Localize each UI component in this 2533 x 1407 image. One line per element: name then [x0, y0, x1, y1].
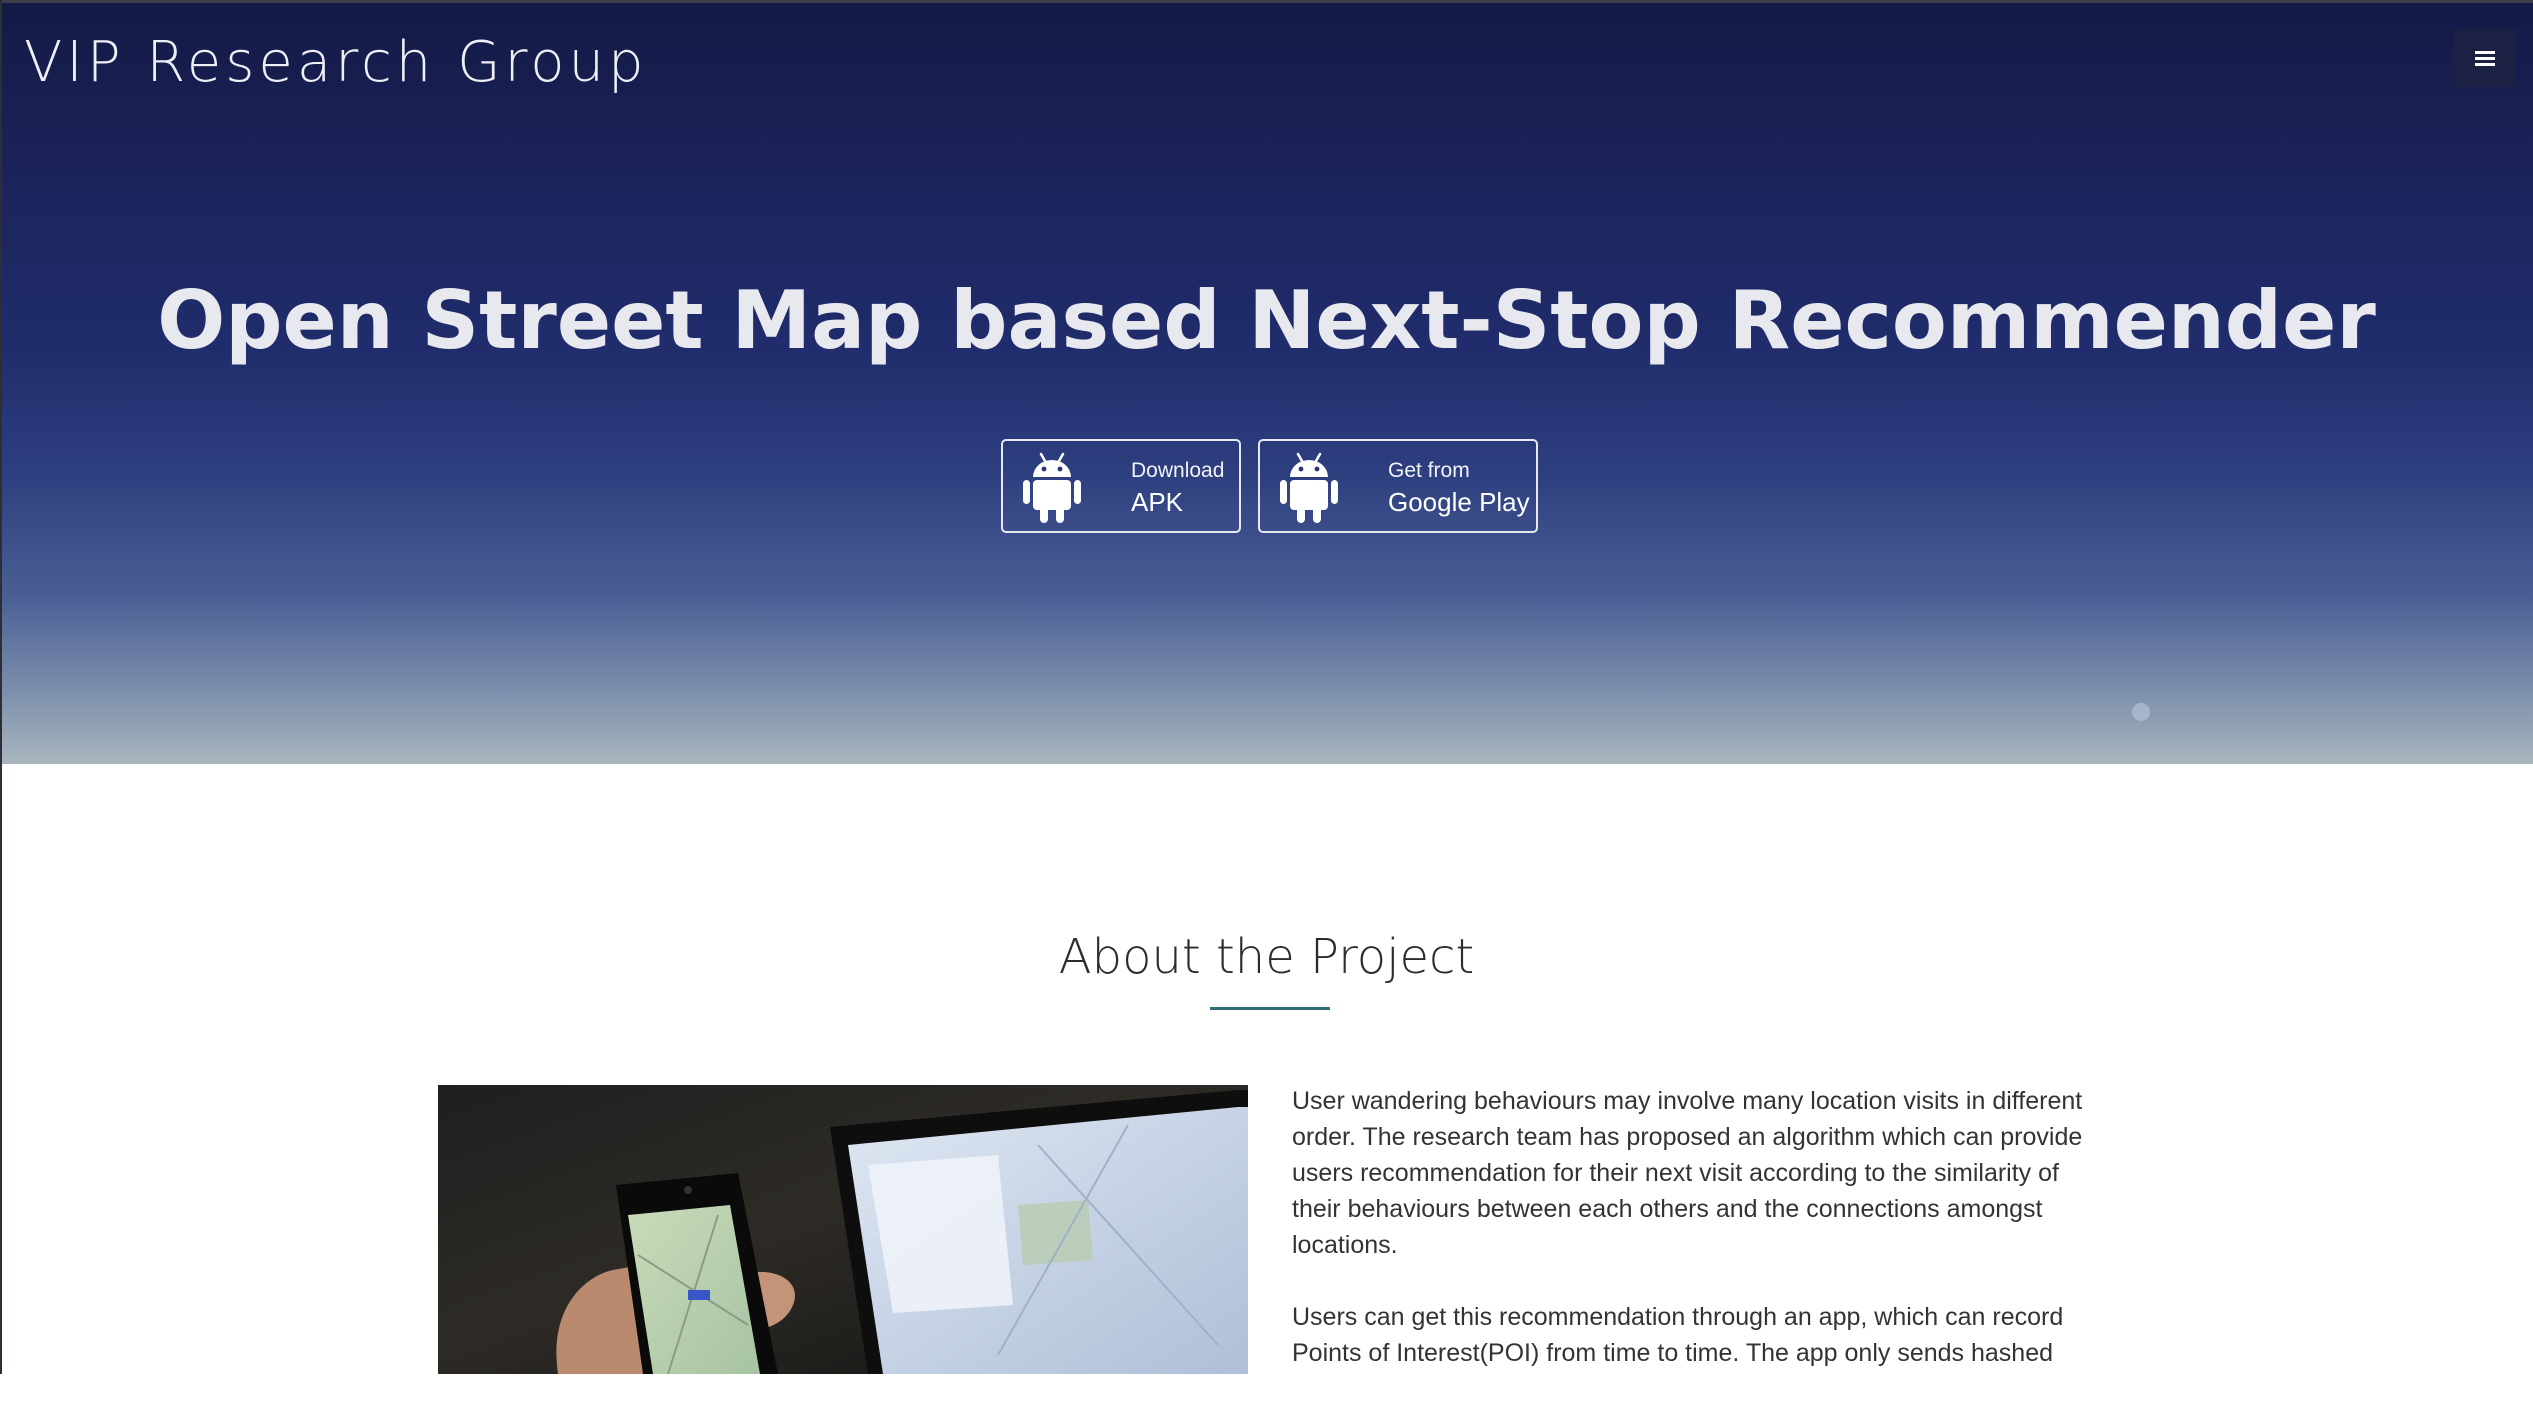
brand-logo-text[interactable]: VIP Research Group [24, 31, 648, 95]
hero-section: VIP Research Group Open Street Map based… [0, 3, 2533, 764]
download-apk-button[interactable]: Download APK [1001, 439, 1241, 533]
android-icon [1280, 452, 1338, 523]
download-apk-small-label: Download [1131, 459, 1225, 482]
about-description: User wandering behaviours may involve ma… [1292, 1083, 2112, 1407]
about-title: About the Project [1058, 929, 1475, 985]
google-play-small-label: Get from [1388, 459, 1470, 482]
left-border [0, 0, 2, 1374]
google-play-big-label: Google Play [1388, 487, 1530, 517]
android-icon [1023, 452, 1081, 523]
google-play-button[interactable]: Get from Google Play [1258, 439, 1538, 533]
download-apk-big-label: APK [1131, 487, 1184, 517]
project-photo [438, 1085, 1248, 1374]
hero-light-spot [2132, 703, 2150, 721]
menu-toggle-button[interactable] [2454, 29, 2516, 87]
about-paragraph: Users can get this recommendation throug… [1292, 1303, 2064, 1367]
phone-and-laptop-photo [438, 1085, 1248, 1374]
about-title-divider [1210, 1007, 1330, 1010]
hamburger-menu-icon [2475, 51, 2495, 66]
about-paragraph: User wandering behaviours may involve ma… [1292, 1087, 2083, 1259]
hero-title: Open Street Map based Next-Stop Recommen… [157, 274, 2376, 367]
